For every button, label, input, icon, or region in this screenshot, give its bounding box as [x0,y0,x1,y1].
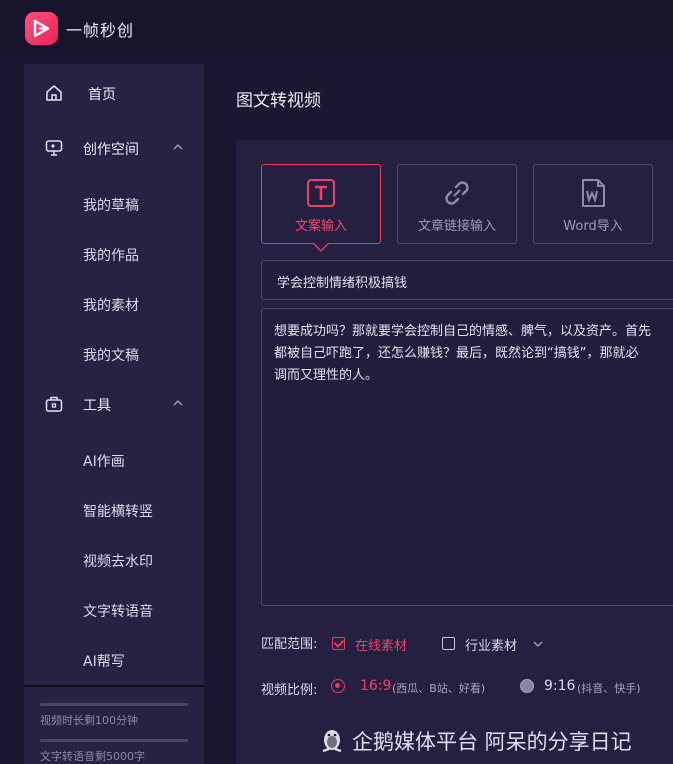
ratio-9-16-radio[interactable] [520,679,534,693]
quota-value: 剩100分钟 [84,714,138,727]
tab-text-input[interactable]: 文案输入 [261,164,381,244]
quota-text-to-speech: 文字转语音 剩5000字 [40,739,188,763]
body-line: 想要成功吗？那就要学会控制自己的情感、脾气，以及资产。首先 [274,324,652,339]
online-material-checkbox[interactable] [332,637,345,650]
sidebar-group-create-space[interactable]: 创作空间 [24,128,204,168]
title-input[interactable]: 学会控制情绪积极搞钱 [261,260,673,300]
ratio-9-16-label[interactable]: 9:16 [544,678,575,694]
sidebar-group-tools[interactable]: 工具 [24,384,204,424]
online-material-label[interactable]: 在线素材 [355,635,407,654]
sidebar-group-label: 工具 [83,398,111,414]
sidebar-item-home[interactable]: 首页 [24,73,204,113]
tab-label: 文案输入 [294,219,347,234]
tab-label: Word导入 [563,219,623,234]
sidebar-item-ai-paint[interactable]: AI作画 [83,451,125,471]
quota-video-duration: 视频时长 剩100分钟 [40,703,188,727]
home-icon [46,85,62,101]
app-name: 一帧秒创 [66,21,135,40]
chevron-down-icon[interactable] [532,639,544,649]
app-logo-icon[interactable] [25,12,58,45]
quota-bar [40,703,188,706]
ratio-16-9-label[interactable]: 16:9 [360,678,391,694]
page-title: 图文转视频 [236,91,321,111]
quota-bar [40,739,188,742]
tab-word-import[interactable]: Word导入 [533,164,653,244]
body-line: 都被自己吓跑了，还怎么赚钱？最后，既然论到“搞钱”，那就必 [274,346,639,361]
sidebar-item-landscape-to-portrait[interactable]: 智能横转竖 [83,501,153,521]
tab-label: 文章链接输入 [417,219,496,234]
sidebar-item-ai-write[interactable]: AI帮写 [83,651,125,671]
chevron-up-icon [173,144,183,150]
sidebar-item-drafts[interactable]: 我的草稿 [83,195,139,215]
sidebar: 首页 创作空间 我的草稿 我的作品 我的素材 我的文稿 工具 AI作画 智能横转… [24,64,204,764]
quota-value: 剩5000字 [95,750,145,763]
body-textarea[interactable]: 想要成功吗？那就要学会控制自己的情感、脾气，以及资产。首先 都被自己吓跑了，还怎… [261,308,673,606]
sidebar-item-text-to-speech[interactable]: 文字转语音 [83,601,153,621]
ratio-16-9-radio[interactable] [331,679,345,693]
industry-material-checkbox[interactable] [442,637,455,650]
active-tab-pointer [312,242,330,252]
chevron-up-icon [173,400,183,406]
watermark-text: 企鹅媒体平台 阿呆的分享日记 [352,730,632,754]
text-t-icon [307,179,335,207]
top-bar: 一帧秒创 [0,0,673,56]
monitor-icon [45,140,63,156]
sidebar-item-documents[interactable]: 我的文稿 [83,345,139,365]
sidebar-item-materials[interactable]: 我的素材 [83,295,139,315]
sidebar-item-remove-watermark[interactable]: 视频去水印 [83,551,153,571]
ratio-16-9-note: (西瓜、B站、好看) [392,682,486,695]
link-icon [445,181,469,205]
tab-article-link[interactable]: 文章链接输入 [397,164,517,244]
video-ratio-label: 视频比例: [261,683,318,698]
penguin-logo-icon [322,730,342,753]
quota-label: 文字转语音 [40,750,95,763]
toolbox-icon [45,396,63,412]
match-range-label: 匹配范围: [261,637,318,652]
ratio-9-16-note: (抖音、快手) [577,682,641,695]
sidebar-item-works[interactable]: 我的作品 [83,245,139,265]
sidebar-group-label: 创作空间 [83,142,139,158]
sidebar-divider [24,685,204,687]
quota-label: 视频时长 [40,714,84,727]
sidebar-item-label: 首页 [88,87,116,103]
industry-material-label[interactable]: 行业素材 [465,635,517,654]
word-file-icon [582,179,605,207]
body-line: 调而又理性的人。 [274,368,379,383]
